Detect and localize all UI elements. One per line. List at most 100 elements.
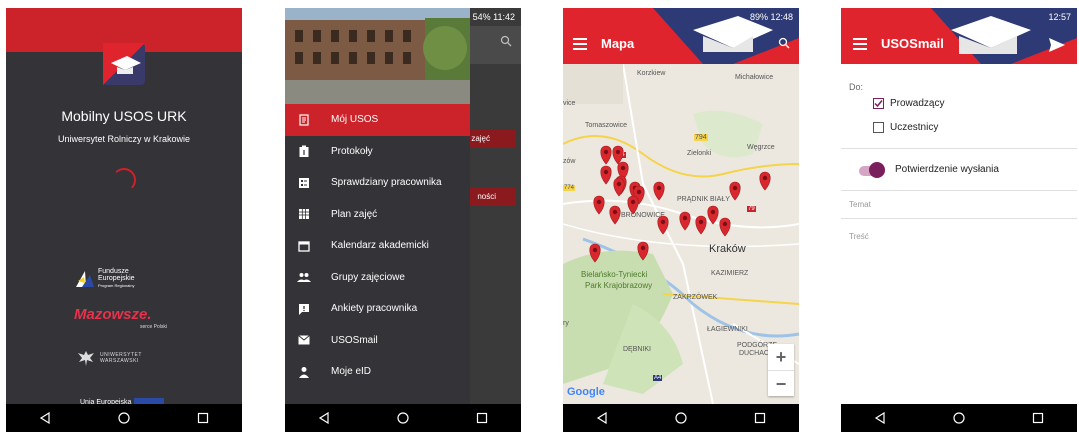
- funds-line1: Fundusze: [98, 268, 129, 275]
- zoom-out-button[interactable]: −: [768, 371, 794, 397]
- home-icon[interactable]: [675, 412, 687, 424]
- body-field[interactable]: Treść: [849, 232, 869, 241]
- confirm-toggle-knob[interactable]: [869, 162, 885, 178]
- map-pin-icon[interactable]: [637, 241, 649, 261]
- android-nav-bar: [6, 404, 242, 432]
- navigation-drawer: Mój USOS Protokoły Sprawdziany pracownika P…: [285, 8, 470, 432]
- map-pin-icon[interactable]: [653, 181, 665, 201]
- checkbox-uczestnicy-label: Uczestnicy: [890, 122, 939, 133]
- map-pin-icon[interactable]: [719, 217, 731, 237]
- map-pin-icon[interactable]: [609, 205, 621, 225]
- home-icon[interactable]: [397, 412, 409, 424]
- drawer-menu: Mój USOS Protokoły Sprawdziany pracownika P…: [285, 104, 470, 388]
- drawer-item-2[interactable]: Sprawdziany pracownika: [285, 167, 470, 199]
- checkbox-prowadzacy-label: Prowadzący: [890, 98, 945, 109]
- map-pin-icon[interactable]: [600, 165, 612, 185]
- map-pin-icon[interactable]: [759, 171, 771, 191]
- hamburger-menu-icon[interactable]: [853, 38, 867, 50]
- hamburger-menu-icon[interactable]: [573, 38, 587, 50]
- android-nav-bar: [841, 404, 1077, 432]
- back-icon[interactable]: [874, 412, 886, 424]
- map-pin-icon[interactable]: [679, 211, 691, 231]
- drawer-item-label: Plan zajęć: [331, 208, 378, 220]
- status-text: 12:57: [1048, 12, 1071, 22]
- funds-line3: Program Regionalny: [98, 283, 135, 288]
- status-text: 89% 12:48: [749, 12, 793, 22]
- status-bar: 89% 12:48: [563, 8, 799, 26]
- drawer-item-label: USOSmail: [331, 334, 378, 346]
- map-pin-icon[interactable]: [593, 195, 605, 215]
- search-icon[interactable]: [500, 35, 512, 47]
- drawer-item-5[interactable]: Grupy zajęciowe: [285, 262, 470, 294]
- loading-spinner: [112, 168, 136, 192]
- android-nav-bar: [285, 404, 521, 432]
- eagle-icon: [78, 351, 94, 366]
- calendar-grid-icon: [297, 208, 311, 220]
- search-icon[interactable]: [778, 37, 790, 49]
- checkbox-unchecked-icon[interactable]: [873, 122, 884, 133]
- mail-icon: [297, 334, 311, 346]
- home-icon[interactable]: [118, 412, 130, 424]
- funds-line2: Europejskie: [98, 275, 135, 282]
- usos-logo-icon: [103, 43, 145, 85]
- back-icon[interactable]: [318, 412, 330, 424]
- map-pin-icon[interactable]: [729, 181, 741, 201]
- subject-field[interactable]: Temat: [849, 200, 871, 209]
- drawer-item-6[interactable]: Ankiety pracownika: [285, 293, 470, 325]
- screen-title: USOSmail: [881, 36, 944, 51]
- map-pin-icon[interactable]: [657, 215, 669, 235]
- status-text: 54% 11:42: [472, 12, 515, 22]
- recents-icon[interactable]: [1032, 412, 1044, 424]
- recents-icon[interactable]: [754, 412, 766, 424]
- usosmail-screen: 12:57 USOSmail Do: Prowadzący Uczestnicy…: [841, 8, 1077, 432]
- zoom-control: + −: [768, 344, 794, 396]
- clipboard-icon: [297, 145, 311, 158]
- zoom-in-button[interactable]: +: [768, 344, 794, 371]
- drawer-item-0[interactable]: Mój USOS: [285, 104, 470, 136]
- drawer-item-3[interactable]: Plan zajęć: [285, 199, 470, 231]
- drawer-screen: zajęć ności 54% 11:42 Mój USOS Protokoły S…: [285, 8, 521, 432]
- university-building-photo: [285, 8, 470, 104]
- drawer-item-8[interactable]: Moje eID: [285, 356, 470, 388]
- recents-icon[interactable]: [197, 412, 209, 424]
- status-bar: 12:57: [841, 8, 1077, 26]
- checkbox-prowadzacy[interactable]: Prowadzący: [873, 98, 944, 109]
- divider: [841, 218, 1077, 219]
- map-pin-icon[interactable]: [695, 215, 707, 235]
- calendar-icon: [297, 240, 311, 252]
- map-pin-icon[interactable]: [707, 205, 719, 225]
- map-pin-icon[interactable]: [613, 177, 625, 197]
- checkbox-checked-icon[interactable]: [873, 98, 884, 109]
- eu-funds-icon: [76, 270, 94, 287]
- drawer-item-label: Grupy zajęciowe: [331, 271, 405, 283]
- university-name: Uniwersytet Rolniczy w Krakowie: [57, 134, 191, 144]
- map-screen: 89% 12:48 Mapa Korzkiew Michałowice vice…: [563, 8, 799, 432]
- drawer-item-label: Moje eID: [331, 366, 372, 378]
- divider: [841, 148, 1077, 149]
- home-icon[interactable]: [953, 412, 965, 424]
- map-markers-layer: [589, 145, 771, 263]
- android-nav-bar: [563, 404, 799, 432]
- uw-logo: UNIWERSYTET WARSZAWSKI: [76, 348, 142, 368]
- survey-icon: [297, 303, 311, 315]
- drawer-item-4[interactable]: Kalendarz akademicki: [285, 230, 470, 262]
- screen-title: Mapa: [601, 36, 635, 51]
- back-icon[interactable]: [39, 412, 51, 424]
- recents-icon[interactable]: [476, 412, 488, 424]
- drawer-item-label: Sprawdziany pracownika: [331, 177, 442, 189]
- mail-appbar: 12:57 USOSmail: [841, 8, 1077, 64]
- mazowsze-tagline: serce Polski: [140, 324, 167, 330]
- checkbox-uczestnicy[interactable]: Uczestnicy: [873, 122, 938, 133]
- map-pin-icon[interactable]: [600, 145, 612, 165]
- map-pin-icon[interactable]: [627, 195, 639, 215]
- map-pin-icon[interactable]: [612, 145, 624, 165]
- drawer-item-label: Ankiety pracownika: [331, 303, 418, 315]
- group-icon: [297, 271, 311, 283]
- drawer-item-1[interactable]: Protokoły: [285, 136, 470, 168]
- send-icon[interactable]: [1049, 38, 1065, 52]
- google-logo: Google: [567, 386, 605, 398]
- map-pin-icon[interactable]: [589, 243, 601, 263]
- drawer-item-7[interactable]: USOSmail: [285, 325, 470, 357]
- person-icon: [297, 366, 311, 378]
- back-icon[interactable]: [596, 412, 608, 424]
